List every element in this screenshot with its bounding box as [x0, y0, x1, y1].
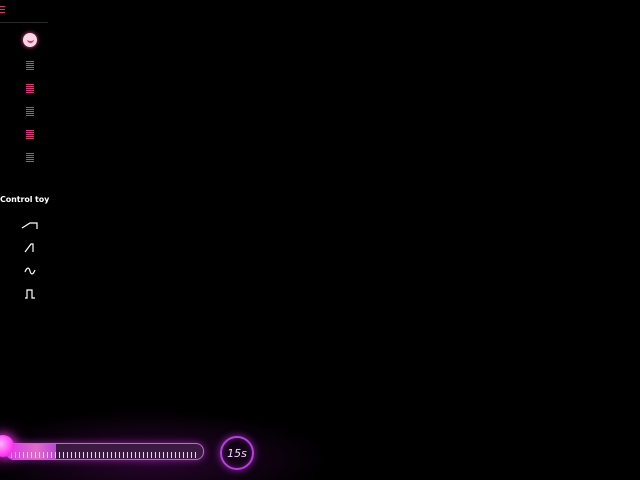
waveform-sine-button[interactable]	[19, 263, 41, 279]
sidebar: Control toy	[0, 0, 60, 320]
active-pattern-button[interactable]	[20, 30, 40, 50]
pattern-item-3[interactable]	[20, 101, 40, 121]
list-icon	[26, 152, 34, 162]
pattern-item-4[interactable]	[20, 124, 40, 144]
timer-label: 15s	[227, 446, 247, 460]
smile-icon	[23, 33, 37, 47]
timer-button[interactable]: 15s	[220, 436, 254, 470]
list-icon	[26, 106, 34, 116]
ramp-flat-icon	[21, 222, 38, 229]
control-toy-label: Control toy	[0, 195, 50, 204]
sine-wave-icon	[24, 267, 36, 275]
sawtooth-icon	[24, 243, 34, 253]
pattern-item-1[interactable]	[20, 55, 40, 75]
waveform-ramp-button[interactable]	[19, 217, 41, 233]
list-icon	[26, 83, 34, 93]
intensity-slider[interactable]	[6, 443, 204, 460]
list-icon	[26, 60, 34, 70]
square-wave-icon	[25, 289, 35, 299]
app-screen: Control toy 15s	[0, 0, 640, 480]
pattern-item-2[interactable]	[20, 78, 40, 98]
pattern-item-5[interactable]	[20, 147, 40, 167]
intensity-slider-ticks	[11, 452, 199, 458]
list-icon	[26, 129, 34, 139]
waveform-square-button[interactable]	[19, 286, 41, 302]
waveform-sawtooth-button[interactable]	[19, 240, 41, 256]
